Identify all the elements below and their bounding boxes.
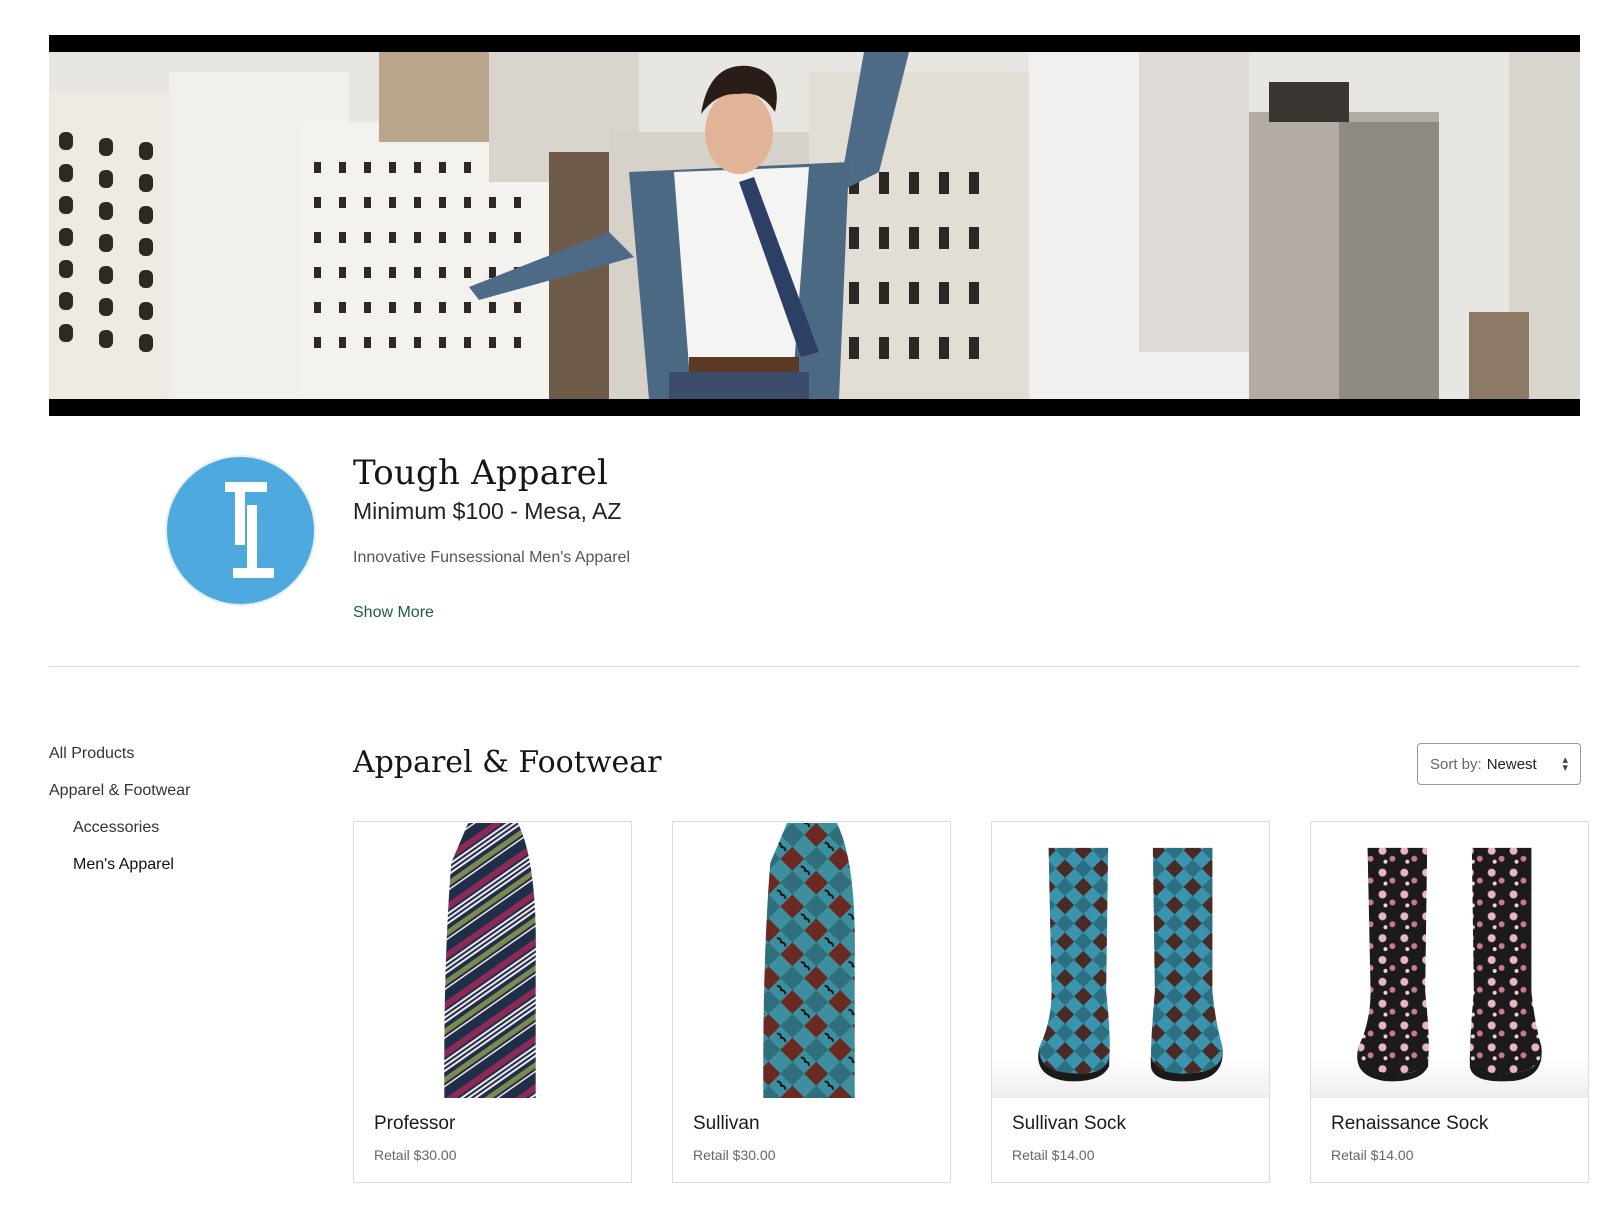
plaid-tie-image: [673, 822, 950, 1099]
product-price: Retail $30.00: [693, 1147, 776, 1163]
product-price: Retail $14.00: [1012, 1147, 1095, 1163]
store-logo: [167, 457, 314, 604]
store-name: Tough Apparel: [353, 453, 609, 493]
product-name: Sullivan: [693, 1113, 760, 1134]
nav-item-apparel-footwear[interactable]: Apparel & Footwear: [49, 782, 190, 800]
nav-item-all-products[interactable]: All Products: [49, 745, 134, 763]
store-minimum-location: Minimum $100 - Mesa, AZ: [353, 498, 622, 524]
product-price: Retail $30.00: [374, 1147, 457, 1163]
store-banner: [49, 35, 1580, 416]
sort-chevron-icon: ▴ ▾: [1562, 754, 1568, 774]
sort-dropdown[interactable]: Sort by: Newest ▴ ▾: [1417, 743, 1581, 785]
product-card[interactable]: Sullivan Retail $30.00: [672, 821, 951, 1183]
product-price: Retail $14.00: [1331, 1147, 1414, 1163]
nav-item-accessories[interactable]: Accessories: [73, 819, 159, 837]
nav-item-mens-apparel[interactable]: Men's Apparel: [73, 856, 174, 874]
sort-value: Newest: [1486, 755, 1537, 773]
product-name: Sullivan Sock: [1012, 1113, 1127, 1134]
plaid-socks-image: [992, 822, 1269, 1099]
show-more-link[interactable]: Show More: [353, 604, 434, 622]
banner-photo: [49, 52, 1580, 399]
striped-tie-image: [354, 822, 631, 1099]
store-tagline: Innovative Funsessional Men's Apparel: [353, 549, 630, 566]
product-card[interactable]: Renaissance Sock Retail $14.00: [1310, 821, 1589, 1183]
product-card[interactable]: Professor Retail $30.00: [353, 821, 632, 1183]
floral-socks-image: [1311, 822, 1588, 1099]
section-title: Apparel & Footwear: [353, 745, 662, 780]
header-divider: [49, 666, 1580, 667]
product-card[interactable]: Sullivan Sock Retail $14.00: [991, 821, 1270, 1183]
product-name: Professor: [374, 1113, 456, 1134]
product-name: Renaissance Sock: [1331, 1113, 1489, 1134]
sort-label: Sort by:: [1430, 755, 1482, 773]
